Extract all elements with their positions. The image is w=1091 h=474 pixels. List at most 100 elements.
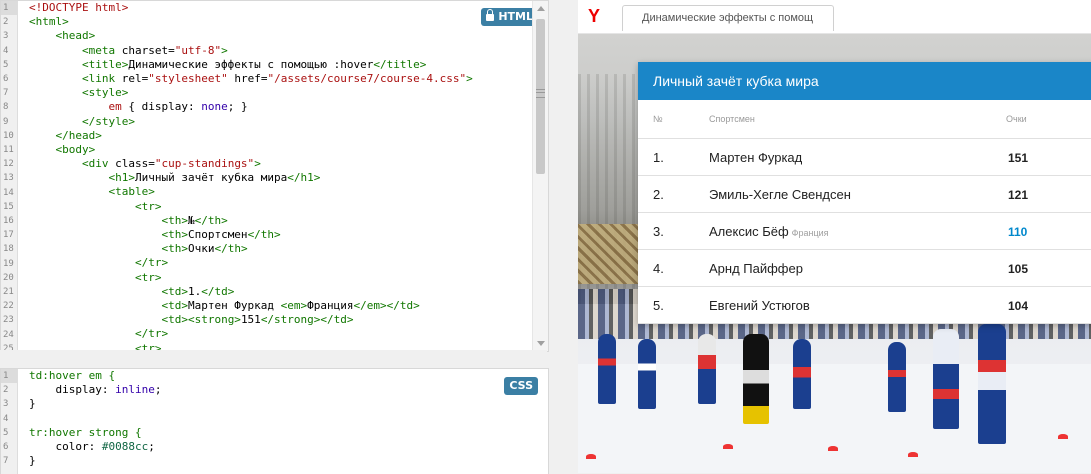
line-number: 5 xyxy=(3,59,9,70)
code-token: <th> xyxy=(29,213,188,227)
browser-preview: Y Динамические эффекты с помощ Личный за… xyxy=(578,0,1091,473)
standings-body: 1. Мартен Фуркад 151 2. Эмиль-Хегле Свендсен… xyxy=(638,138,1091,324)
athlete-cell[interactable]: Алексис Бёф Франция xyxy=(709,212,1006,250)
editor-splitter[interactable] xyxy=(0,350,547,368)
scroll-up-icon[interactable] xyxy=(537,6,545,11)
code-line[interactable]: td:hover em { xyxy=(29,369,532,383)
code-line[interactable]: em { display: none; } xyxy=(29,100,532,114)
code-line[interactable]: <div class="cup-standings"> xyxy=(29,157,532,171)
html-code[interactable]: <!DOCTYPE html> <html> <head> <meta chars… xyxy=(29,1,532,351)
code-line[interactable]: <body> xyxy=(29,143,532,157)
code-line[interactable]: <head> xyxy=(29,29,532,43)
scrollbar-thumb[interactable] xyxy=(536,19,545,174)
code-line[interactable]: } xyxy=(29,397,532,411)
skier-figure xyxy=(598,334,616,404)
athlete-cell[interactable]: Евгений Устюгов xyxy=(709,286,1006,324)
code-token: : xyxy=(101,383,116,397)
code-line[interactable]: tr:hover strong { xyxy=(29,426,532,440)
code-line[interactable]: <tr> xyxy=(29,271,532,285)
standings-row[interactable]: 4. Арнд Пайффер 105 xyxy=(638,249,1091,287)
html-editor[interactable]: 1 2 3 4 5 6 7 8 9 10 11 12 13 14 15 16 17 18 19 20 21 22 23 24 2… xyxy=(0,0,549,352)
line-number: 6 xyxy=(3,74,9,84)
course-marker xyxy=(586,454,596,459)
code-token: rel= xyxy=(121,71,149,85)
course-marker xyxy=(1058,434,1068,439)
code-line[interactable]: <link rel="stylesheet" href="/assets/cou… xyxy=(29,72,532,86)
code-token: : xyxy=(187,100,202,114)
code-line[interactable]: </tr> xyxy=(29,256,532,270)
yandex-logo-icon[interactable]: Y xyxy=(588,7,606,25)
code-token: Личный зачёт кубка мира xyxy=(134,171,288,185)
code-token: <th> xyxy=(29,242,188,256)
code-token: { xyxy=(128,100,142,114)
row-number: 2. xyxy=(638,175,709,213)
points-cell: 121 xyxy=(1006,175,1091,213)
athlete-name: Мартен Фуркад xyxy=(709,149,803,165)
code-line[interactable]: </style> xyxy=(29,115,532,129)
code-token: > xyxy=(221,43,228,57)
line-number: 24 xyxy=(3,329,14,340)
standings-row[interactable]: 3. Алексис Бёф Франция 110 xyxy=(638,212,1091,250)
athlete-country: Франция xyxy=(791,227,829,238)
code-token: display xyxy=(141,100,188,114)
code-line[interactable]: <meta charset="utf-8"> xyxy=(29,44,532,58)
athlete-cell[interactable]: Мартен Фуркад xyxy=(709,138,1006,176)
code-token: № xyxy=(187,213,195,227)
code-line[interactable]: <th>Очки</th> xyxy=(29,242,532,256)
code-line[interactable]: <td>1.</td> xyxy=(29,285,532,299)
code-line[interactable]: <table> xyxy=(29,185,532,199)
code-token: <meta xyxy=(29,43,122,57)
code-line[interactable]: <!DOCTYPE html> xyxy=(29,1,532,15)
code-line[interactable]: <th>Спортсмен</th> xyxy=(29,228,532,242)
code-line[interactable]: <h1>Личный зачёт кубка мира</h1> xyxy=(29,171,532,185)
scroll-down-icon[interactable] xyxy=(537,341,545,346)
code-line[interactable]: } xyxy=(29,454,532,468)
code-token: <td> xyxy=(29,284,188,298)
standings-row[interactable]: 2. Эмиль-Хегле Свендсен 121 xyxy=(638,175,1091,213)
browser-toolbar: Y Динамические эффекты с помощ xyxy=(578,0,1091,34)
code-line[interactable]: <td>Мартен Фуркад <em>Франция</em></td> xyxy=(29,299,532,313)
standings-row[interactable]: 5. Евгений Устюгов 104 xyxy=(638,286,1091,324)
code-line[interactable]: <title>Динамические эффекты с помощью :h… xyxy=(29,58,532,72)
points-value: 104 xyxy=(1008,298,1029,313)
code-line[interactable]: <style> xyxy=(29,86,532,100)
course-marker xyxy=(908,452,918,457)
code-token: </td> xyxy=(201,284,235,298)
background-fence xyxy=(578,224,638,284)
athlete-cell[interactable]: Арнд Пайффер xyxy=(709,249,1006,287)
code-line[interactable]: <td><strong>151</strong></td> xyxy=(29,313,532,327)
skier-figure xyxy=(638,339,656,409)
points-value: 105 xyxy=(1008,261,1029,276)
row-number: 5. xyxy=(638,286,709,324)
standings-row[interactable]: 1. Мартен Фуркад 151 xyxy=(638,138,1091,176)
code-line[interactable] xyxy=(29,412,532,426)
code-token: <div xyxy=(29,157,116,171)
code-token: ; } xyxy=(227,100,248,114)
code-line[interactable]: <html> xyxy=(29,15,532,29)
css-editor[interactable]: 1234567 td:hover em { display: inline;} t… xyxy=(0,368,549,474)
points-value: 121 xyxy=(1008,187,1029,202)
code-line[interactable]: </head> xyxy=(29,129,532,143)
line-number: 1 xyxy=(1,1,17,16)
athlete-name: Алексис Бёф xyxy=(709,223,789,239)
code-line[interactable]: <tr> xyxy=(29,200,532,214)
code-token: <link xyxy=(29,71,122,85)
css-code[interactable]: td:hover em { display: inline;} tr:hover … xyxy=(29,369,532,468)
code-token: <!DOCTYPE html> xyxy=(29,1,129,14)
code-line[interactable]: display: inline; xyxy=(29,383,532,397)
athlete-cell[interactable]: Эмиль-Хегле Свендсен xyxy=(709,175,1006,213)
skier-figure xyxy=(933,329,959,429)
line-number: 1 xyxy=(1,369,17,384)
code-token: ; xyxy=(154,383,162,397)
browser-tab[interactable]: Динамические эффекты с помощ xyxy=(622,5,834,31)
code-token: tr:hover strong { xyxy=(29,425,142,439)
html-editor-scrollbar[interactable] xyxy=(532,1,548,351)
code-line[interactable]: <th>№</th> xyxy=(29,214,532,228)
code-token: <table> xyxy=(29,185,155,199)
code-token: charset= xyxy=(121,43,175,57)
code-token: 151 xyxy=(240,313,261,327)
line-number: 12 xyxy=(3,159,14,170)
code-line[interactable]: </tr> xyxy=(29,327,532,341)
code-token: </th> xyxy=(194,213,228,227)
code-line[interactable]: color: #0088cc; xyxy=(29,440,532,454)
